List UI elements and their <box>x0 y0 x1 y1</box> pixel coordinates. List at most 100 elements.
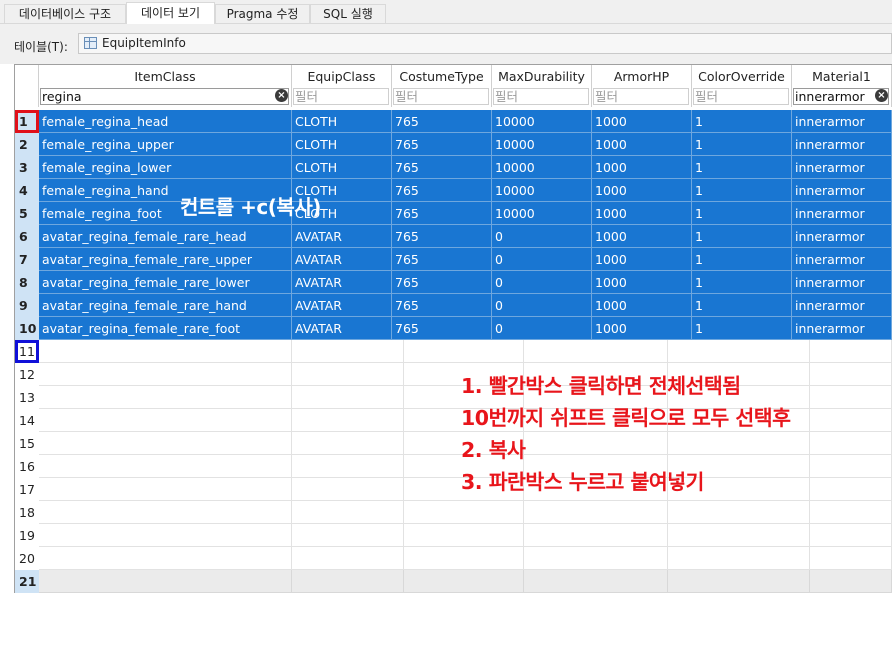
table-cell[interactable]: 1 <box>692 317 792 340</box>
column-header[interactable]: CostumeType <box>392 65 492 87</box>
table-cell[interactable]: 10000 <box>492 202 592 225</box>
table-cell[interactable]: 0 <box>492 294 592 317</box>
new-row-number[interactable]: 21 <box>15 570 39 593</box>
row-number[interactable]: 20 <box>15 547 39 570</box>
table-cell[interactable]: avatar_regina_female_rare_hand <box>39 294 292 317</box>
table-cell[interactable]: 1 <box>692 294 792 317</box>
column-filter-input[interactable]: 필터 <box>493 88 589 105</box>
empty-cell[interactable] <box>39 478 292 501</box>
empty-cell[interactable] <box>292 547 404 570</box>
table-cell[interactable]: 1000 <box>592 110 692 133</box>
empty-cell[interactable] <box>668 340 810 363</box>
empty-cell[interactable] <box>292 524 404 547</box>
tab-edit-pragmas[interactable]: Pragma 수정 <box>215 4 310 23</box>
table-select[interactable]: EquipItemInfo <box>78 33 892 54</box>
empty-cell[interactable] <box>292 478 404 501</box>
table-cell[interactable]: 765 <box>392 317 492 340</box>
empty-cell[interactable] <box>39 386 292 409</box>
new-row-cell[interactable] <box>404 570 524 593</box>
table-cell[interactable]: CLOTH <box>292 133 392 156</box>
column-header[interactable]: EquipClass <box>292 65 392 87</box>
empty-cell[interactable] <box>810 409 892 432</box>
table-cell[interactable]: 1000 <box>592 248 692 271</box>
table-cell[interactable]: 765 <box>392 133 492 156</box>
table-cell[interactable]: 0 <box>492 225 592 248</box>
empty-cell[interactable] <box>810 340 892 363</box>
table-cell[interactable]: female_regina_upper <box>39 133 292 156</box>
table-cell[interactable]: 1 <box>692 248 792 271</box>
table-cell[interactable]: 1000 <box>592 225 692 248</box>
column-header[interactable]: Material1 <box>792 65 892 87</box>
empty-cell[interactable] <box>810 363 892 386</box>
table-cell[interactable]: innerarmor <box>792 317 892 340</box>
table-cell[interactable]: 1 <box>692 156 792 179</box>
empty-cell[interactable] <box>810 547 892 570</box>
row-number[interactable]: 3 <box>15 156 39 179</box>
row-number[interactable]: 18 <box>15 501 39 524</box>
empty-cell[interactable] <box>39 455 292 478</box>
empty-cell[interactable] <box>668 547 810 570</box>
new-row-cell[interactable] <box>39 570 292 593</box>
new-row-cell[interactable] <box>668 570 810 593</box>
table-cell[interactable]: 10000 <box>492 110 592 133</box>
table-cell[interactable]: AVATAR <box>292 294 392 317</box>
table-cell[interactable]: AVATAR <box>292 225 392 248</box>
empty-cell[interactable] <box>292 386 404 409</box>
row-number[interactable]: 10 <box>15 317 39 340</box>
empty-cell[interactable] <box>810 501 892 524</box>
row-number[interactable]: 1 <box>15 110 39 133</box>
empty-cell[interactable] <box>292 409 404 432</box>
table-cell[interactable]: AVATAR <box>292 271 392 294</box>
column-filter-input[interactable]: 필터 <box>693 88 789 105</box>
table-cell[interactable]: 765 <box>392 271 492 294</box>
table-cell[interactable]: 765 <box>392 202 492 225</box>
table-cell[interactable]: 1000 <box>592 271 692 294</box>
column-filter-input[interactable]: 필터 <box>293 88 389 105</box>
table-cell[interactable]: 10000 <box>492 179 592 202</box>
table-cell[interactable]: 1 <box>692 110 792 133</box>
table-cell[interactable]: 765 <box>392 110 492 133</box>
table-cell[interactable]: 0 <box>492 317 592 340</box>
empty-cell[interactable] <box>810 524 892 547</box>
empty-cell[interactable] <box>39 340 292 363</box>
empty-cell[interactable] <box>668 524 810 547</box>
row-number[interactable]: 11 <box>15 340 39 363</box>
empty-cell[interactable] <box>39 409 292 432</box>
table-cell[interactable]: 10000 <box>492 133 592 156</box>
column-header[interactable]: MaxDurability <box>492 65 592 87</box>
row-number[interactable]: 5 <box>15 202 39 225</box>
empty-cell[interactable] <box>404 340 524 363</box>
new-row-cell[interactable] <box>810 570 892 593</box>
table-cell[interactable]: avatar_regina_female_rare_foot <box>39 317 292 340</box>
row-number[interactable]: 8 <box>15 271 39 294</box>
empty-cell[interactable] <box>39 524 292 547</box>
row-number[interactable]: 14 <box>15 409 39 432</box>
empty-cell[interactable] <box>292 363 404 386</box>
table-cell[interactable]: innerarmor <box>792 248 892 271</box>
table-cell[interactable]: innerarmor <box>792 133 892 156</box>
table-cell[interactable]: 1000 <box>592 294 692 317</box>
row-number[interactable]: 6 <box>15 225 39 248</box>
empty-cell[interactable] <box>810 432 892 455</box>
table-cell[interactable]: innerarmor <box>792 225 892 248</box>
table-cell[interactable]: AVATAR <box>292 317 392 340</box>
table-cell[interactable]: AVATAR <box>292 248 392 271</box>
empty-cell[interactable] <box>292 432 404 455</box>
table-cell[interactable]: CLOTH <box>292 110 392 133</box>
empty-cell[interactable] <box>524 524 668 547</box>
table-cell[interactable]: 1000 <box>592 179 692 202</box>
empty-cell[interactable] <box>404 547 524 570</box>
empty-cell[interactable] <box>292 340 404 363</box>
table-cell[interactable]: avatar_regina_female_rare_lower <box>39 271 292 294</box>
empty-cell[interactable] <box>524 547 668 570</box>
table-cell[interactable]: avatar_regina_female_rare_upper <box>39 248 292 271</box>
table-cell[interactable]: 1 <box>692 179 792 202</box>
table-cell[interactable]: 1000 <box>592 156 692 179</box>
empty-cell[interactable] <box>292 501 404 524</box>
table-cell[interactable]: innerarmor <box>792 156 892 179</box>
tab-browse-data[interactable]: 데이터 보기 <box>126 2 215 24</box>
tab-execute-sql[interactable]: SQL 실행 <box>310 4 386 23</box>
empty-cell[interactable] <box>404 501 524 524</box>
table-cell[interactable]: 1 <box>692 133 792 156</box>
table-cell[interactable]: 1000 <box>592 133 692 156</box>
